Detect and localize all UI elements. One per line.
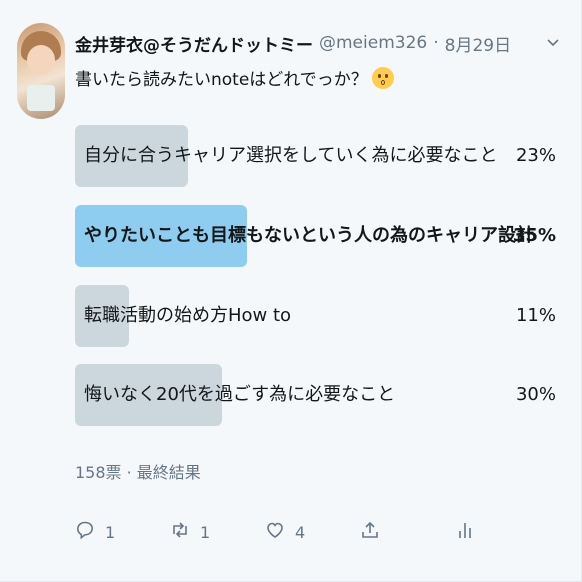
- poll-summary: 158票 · 最終結果: [75, 463, 201, 482]
- poll-option-percent: 23%: [515, 145, 556, 166]
- kissing-face-emoji-icon: [371, 66, 394, 89]
- poll-option-percent: 30%: [515, 384, 556, 405]
- share-icon: [360, 520, 380, 544]
- poll-option-1: 自分に合うキャリア選択をしていく為に必要なこと 23%: [75, 125, 562, 187]
- heart-icon: [265, 520, 285, 544]
- poll-option-label: 転職活動の始め方How to: [84, 305, 292, 326]
- poll-option-4: 悔いなく20代を過ごす為に必要なこと 30%: [75, 364, 562, 426]
- analytics-icon: [455, 520, 475, 544]
- avatar-face: [27, 45, 55, 75]
- poll-option-percent: 11%: [515, 305, 556, 326]
- user-handle[interactable]: @meiem326: [319, 33, 427, 53]
- like-button[interactable]: 4: [265, 514, 305, 550]
- poll-option-label: 悔いなく20代を過ごす為に必要なこと: [84, 384, 396, 405]
- reply-count: 1: [105, 522, 116, 542]
- retweet-count: 1: [200, 522, 211, 542]
- tweet-text-content: 書いたら読みたいnoteはどれでっか？: [75, 70, 368, 90]
- poll-option-label: 自分に合うキャリア選択をしていく為に必要なこと: [84, 145, 498, 166]
- retweet-button[interactable]: 1: [170, 514, 210, 550]
- display-name[interactable]: 金井芽衣@そうだんドットミー: [75, 31, 313, 56]
- poll-option-percent: 35%: [512, 225, 556, 246]
- avatar-cup: [27, 85, 55, 111]
- like-count: 4: [295, 522, 306, 542]
- analytics-button[interactable]: [455, 514, 475, 550]
- tweet-actions: 1 1 4: [75, 514, 485, 550]
- poll-option-2: やりたいことも目標もないという人の為のキャリア設計 35%: [75, 205, 562, 267]
- tweet-header: 金井芽衣@そうだんドットミー @meiem326 · 8月29日: [75, 30, 561, 56]
- chevron-down-icon[interactable]: [545, 34, 561, 50]
- reply-icon: [75, 520, 95, 544]
- poll-option-label: やりたいことも目標もないという人の為のキャリア設計: [84, 225, 534, 246]
- retweet-icon: [170, 520, 190, 544]
- reply-button[interactable]: 1: [75, 514, 115, 550]
- tweet-text: 書いたら読みたいnoteはどれでっか？: [75, 65, 561, 90]
- avatar[interactable]: [17, 23, 65, 119]
- header-separator: ·: [433, 33, 439, 53]
- tweet-date[interactable]: 8月29日: [445, 31, 511, 56]
- poll-option-3: 転職活動の始め方How to 11%: [75, 285, 562, 347]
- tweet-card[interactable]: 金井芽衣@そうだんドットミー @meiem326 · 8月29日 書いたら読みた…: [0, 0, 582, 582]
- share-button[interactable]: [360, 514, 380, 550]
